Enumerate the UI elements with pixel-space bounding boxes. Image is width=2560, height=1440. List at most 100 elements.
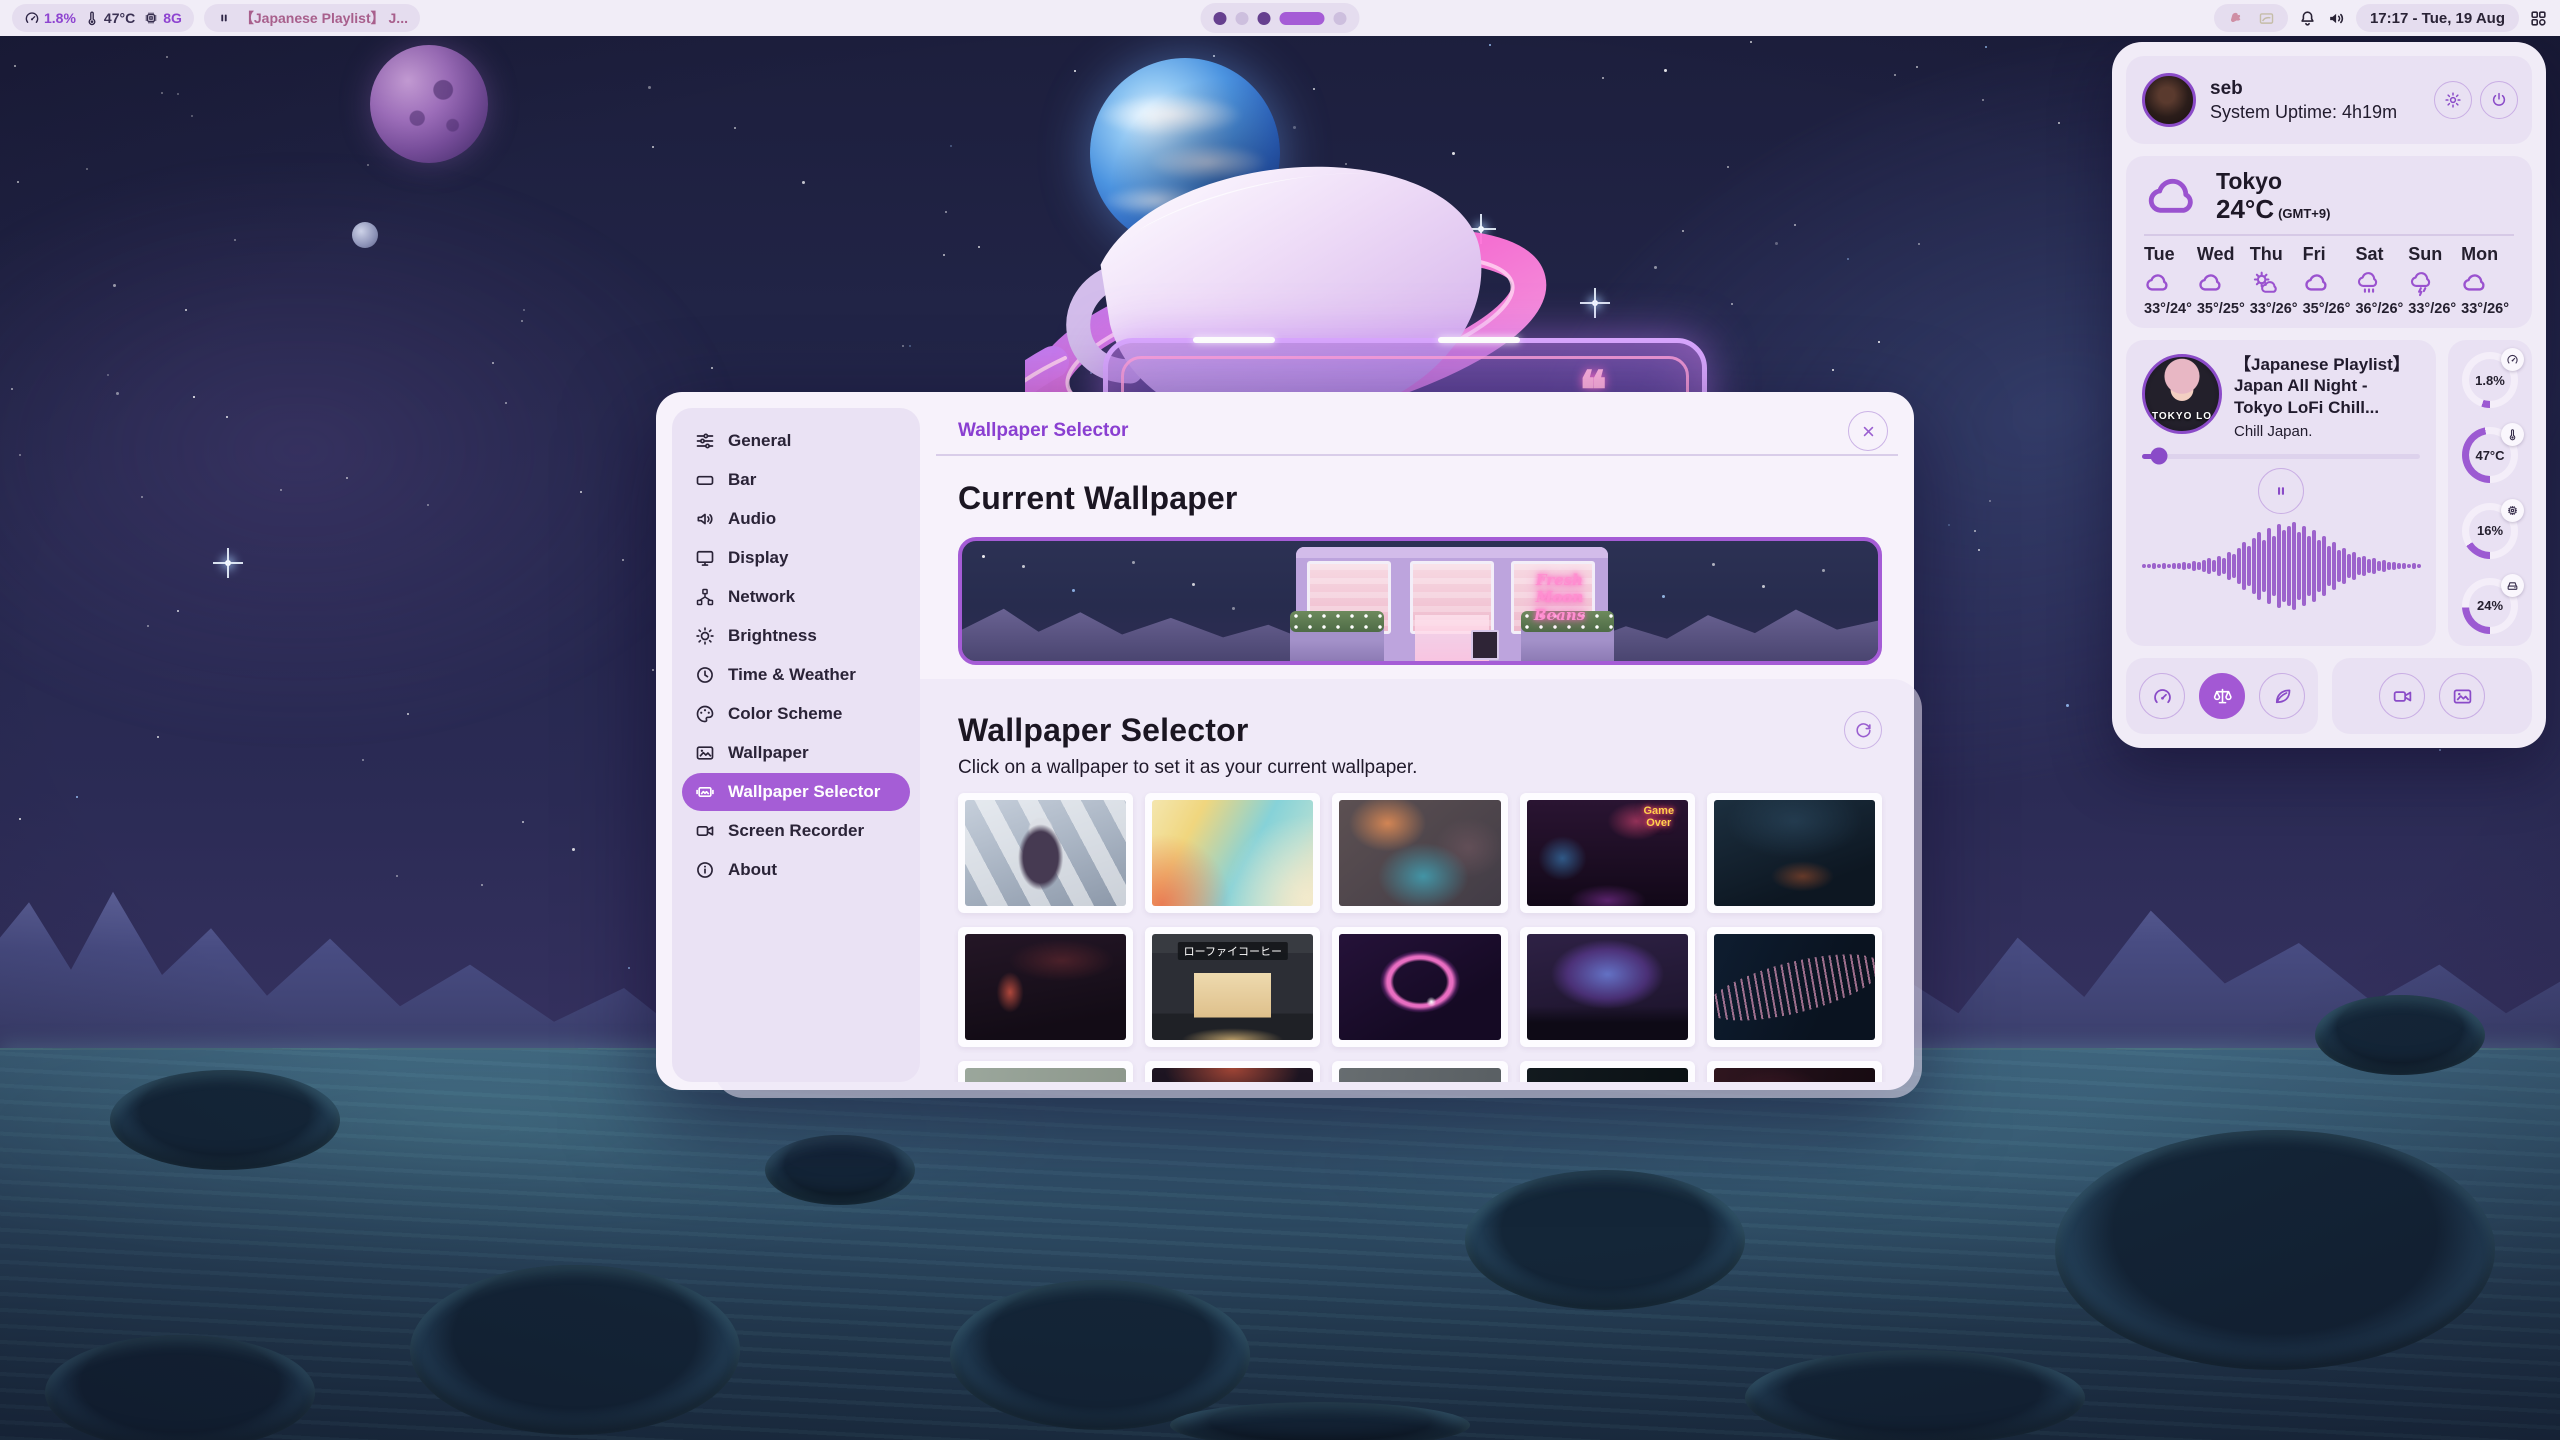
wallpaper-thumb-image: ローファイコーヒー [1152,934,1313,1040]
wallpaper-thumb-anime-girl-crosswalk[interactable] [958,793,1133,913]
wallpaper-thumb-dark-forest[interactable] [1707,793,1882,913]
wallpaper-thumb-grey-green[interactable] [958,1061,1133,1082]
wallpaper-thumb-red-figure-dark[interactable] [958,927,1133,1047]
weather-timezone: (GMT+9) [2278,206,2330,221]
small-moon [352,222,378,248]
sidebar-item-bar[interactable]: Bar [682,461,910,499]
wallpaper-thumb-blurred-teal-orange[interactable] [1332,793,1507,913]
sidebar-item-network[interactable]: Network [682,578,910,616]
now-playing-pill[interactable]: 【Japanese Playlist】 J... [204,4,420,32]
sidebar-item-wallpaper-selector[interactable]: Wallpaper Selector [682,773,910,811]
pause-icon [2272,482,2290,500]
forecast-temps: 36°/26° [2355,301,2403,317]
wallpaper-thumb-autumn-dark[interactable] [1145,1061,1320,1082]
now-playing-title: 【Japanese Playlist】 J... [240,8,408,28]
image-icon [695,743,715,763]
sidebar-item-label: General [728,431,791,451]
forecast-day: Wed 35°/25° [2197,244,2250,317]
wallpaper-thumb-nebula-forest[interactable] [1520,927,1695,1047]
sidebar-item-general[interactable]: General [682,422,910,460]
workspace-3[interactable] [1258,12,1271,25]
screen-recorder-button[interactable] [2379,673,2425,719]
wallpaper-grid: Game Over ローファイコーヒー [958,793,1882,1082]
crater [2315,995,2485,1075]
sidebar-item-brightness[interactable]: Brightness [682,617,910,655]
tray-app-icon[interactable] [2227,10,2244,27]
shop-planter [1521,627,1614,661]
volume-icon[interactable] [2327,9,2346,28]
shop-sign-band [1296,547,1607,558]
forecast-temps: 33°/26° [2461,301,2509,317]
close-button[interactable] [1848,411,1888,451]
clock[interactable]: 17:17 - Tue, 19 Aug [2356,4,2519,32]
sidebar-item-display[interactable]: Display [682,539,910,577]
cpu-temp: 47°C [104,10,135,26]
forecast-day-name: Sun [2408,244,2442,265]
cloud-icon [2461,269,2489,297]
settings-button[interactable] [2434,81,2472,119]
shop-neon-sign-text: Fresh Moon Beans [1525,572,1594,624]
crater [2055,1130,2495,1370]
workspace-4[interactable] [1280,12,1325,25]
forecast-day: Tue 33°/24° [2144,244,2197,317]
seek-slider[interactable] [2142,454,2420,459]
profile-performance-button[interactable] [2139,673,2185,719]
profile-power-saver-button[interactable] [2259,673,2305,719]
thermometer-icon [84,10,100,26]
wallpaper-thumb-wave-mesh[interactable] [1707,927,1882,1047]
track-title: 【Japanese Playlist】 Japan All Night - To… [2234,354,2420,418]
sidebar-item-time-weather[interactable]: Time & Weather [682,656,910,694]
quick-actions-group [2332,658,2532,734]
forecast-day: Sun 33°/26° [2408,244,2461,317]
sidebar-item-wallpaper[interactable]: Wallpaper [682,734,910,772]
workspace-5[interactable] [1334,12,1347,25]
forecast-day-name: Tue [2144,244,2175,265]
wallpaper-thumb-grey[interactable] [1332,1061,1507,1082]
cloud-icon [2144,168,2202,226]
wallpaper-thumb-image [1339,934,1500,1040]
wallpaper-thumb-pastel-gradient[interactable] [1145,793,1320,913]
wallpaper-thumb-purple-light-ring[interactable] [1332,927,1507,1047]
wallpaper-thumb-image [1339,1068,1500,1082]
workspace-1[interactable] [1214,12,1227,25]
sidebar-item-audio[interactable]: Audio [682,500,910,538]
wallpaper-thumb-lofi-coffee-storefront[interactable]: ローファイコーヒー [1145,927,1320,1047]
system-stat-ring: 24% [2462,578,2518,634]
moon-surface [0,1048,2560,1440]
sidebar-item-about[interactable]: About [682,851,910,889]
wallpaper-thumb-dark-teal[interactable] [1520,1061,1695,1082]
notifications-icon[interactable] [2298,9,2317,28]
preview-stars [982,555,985,558]
system-stats-pill[interactable]: 1.8% 47°C 8G [12,4,194,32]
sidebar-item-label: Brightness [728,626,817,646]
sidebar-item-label: Network [728,587,795,607]
forecast-day-name: Wed [2197,244,2235,265]
power-button[interactable] [2480,81,2518,119]
wallpaper-button[interactable] [2439,673,2485,719]
tray-image-icon[interactable] [2258,10,2275,27]
profile-balanced-button[interactable] [2199,673,2245,719]
workspace-2[interactable] [1236,12,1249,25]
sidebar-item-screen-recorder[interactable]: Screen Recorder [682,812,910,850]
videocam-icon [2392,686,2413,707]
pause-button[interactable] [2258,468,2304,514]
sidebar-item-label: About [728,860,777,880]
crater [950,1280,1250,1430]
info-icon [695,860,715,880]
forecast-temps: 33°/24° [2144,301,2192,317]
wallpaper-thumb-dark-maroon[interactable] [1707,1061,1882,1082]
forecast-day-name: Mon [2461,244,2498,265]
seek-thumb[interactable] [2150,448,2167,465]
sign-light-dash [1193,337,1275,343]
wallpaper-thumb-image [1339,800,1500,906]
crater [1170,1402,1470,1440]
sidebar-item-color-scheme[interactable]: Color Scheme [682,695,910,733]
album-art-text: TOKYO LO [2145,411,2219,422]
image-icon [2452,686,2473,707]
scales-icon [2212,686,2233,707]
cpu-usage: 1.8% [44,10,76,26]
wallpaper-thumb-cyberpunk-arcade[interactable]: Game Over [1520,793,1695,913]
refresh-button[interactable] [1844,711,1882,749]
app-launcher-icon[interactable] [2529,9,2548,28]
rain-icon [2355,269,2383,297]
